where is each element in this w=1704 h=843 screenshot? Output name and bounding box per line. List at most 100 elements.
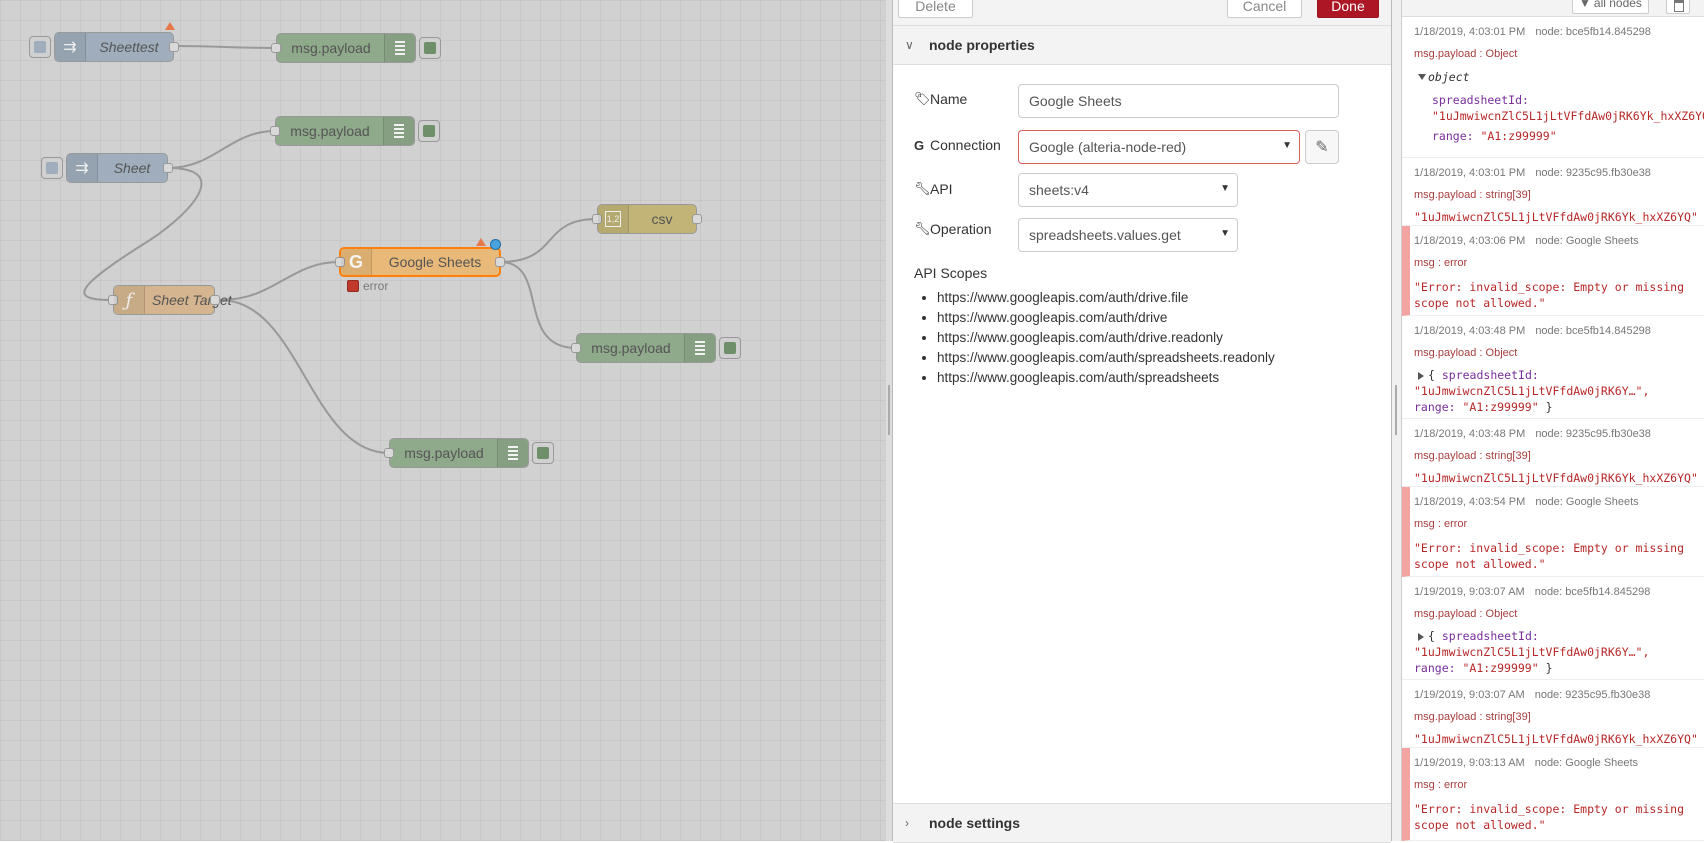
- debug-toggle-button[interactable]: [419, 37, 441, 59]
- section-title: node settings: [929, 815, 1021, 831]
- debug-message[interactable]: 1/18/2019, 4:03:48 PM node: 9235c95.fb30e…: [1402, 419, 1704, 487]
- inject-trigger-button[interactable]: [29, 36, 51, 58]
- message-time: 1/18/2019, 4:03:54 PM: [1414, 496, 1526, 508]
- expand-right-icon[interactable]: [1418, 632, 1424, 641]
- message-node[interactable]: node: 9235c95.fb30e38: [1535, 167, 1651, 179]
- debug-message[interactable]: 1/19/2019, 9:03:07 AM node: bce5fb14.8452…: [1402, 577, 1704, 680]
- api-scopes-title: API Scopes: [914, 265, 988, 281]
- message-value: scope not allowed.": [1414, 296, 1546, 310]
- debug-toggle-button[interactable]: [719, 337, 741, 359]
- inject-arrow-icon: ⇉: [67, 154, 98, 182]
- done-button[interactable]: Done: [1317, 0, 1379, 18]
- message-node[interactable]: node: bce5fb14.845298: [1535, 325, 1651, 337]
- message-topic: msg.payload : Object: [1414, 608, 1518, 620]
- message-node[interactable]: node: 9235c95.fb30e38: [1535, 689, 1651, 701]
- debug-message-error[interactable]: 1/19/2019, 9:03:13 AM node: Google Sheets…: [1402, 748, 1704, 841]
- clear-debug-button[interactable]: [1666, 0, 1690, 14]
- debug-message[interactable]: 1/18/2019, 4:03:48 PM node: bce5fb14.8452…: [1402, 316, 1704, 419]
- message-value: "Error: invalid_scope: Empty or missing: [1414, 802, 1685, 816]
- output-port[interactable]: [163, 163, 173, 173]
- output-port[interactable]: [495, 257, 505, 267]
- expand-right-icon[interactable]: [1418, 371, 1424, 380]
- node-csv[interactable]: 1,2 csv: [592, 204, 702, 234]
- debug-message[interactable]: 1/19/2019, 9:03:07 AM node: 9235c95.fb30e…: [1402, 680, 1704, 748]
- message-time: 1/19/2019, 9:03:07 AM: [1414, 586, 1525, 598]
- message-node[interactable]: node: 9235c95.fb30e38: [1535, 428, 1651, 440]
- debug-list-icon: [383, 117, 414, 145]
- caret-down-icon: ▼: [1220, 228, 1230, 239]
- editor-toolbar: Delete Cancel Done: [893, 0, 1391, 26]
- node-label: Sheet: [113, 160, 151, 176]
- object-tree[interactable]: { spreadsheetId: "1uJmwiwcnZlC5L1jLtVFfd…: [1414, 628, 1704, 676]
- node-settings-header[interactable]: › node settings: [893, 803, 1391, 843]
- flow-workspace[interactable]: ⇉ Sheettest msg.payload msg.payload ⇉ Sh…: [0, 0, 888, 841]
- node-debug-1[interactable]: msg.payload: [271, 33, 441, 63]
- message-time: 1/18/2019, 4:03:48 PM: [1414, 325, 1526, 337]
- edit-connection-button[interactable]: ✎: [1305, 130, 1339, 164]
- object-tree[interactable]: { spreadsheetId: "1uJmwiwcnZlC5L1jLtVFfd…: [1414, 367, 1704, 415]
- node-debug-3[interactable]: msg.payload: [571, 333, 741, 363]
- node-sheet-target[interactable]: ƒ Sheet Target: [108, 285, 232, 315]
- connection-label: G Connection: [914, 137, 1001, 153]
- api-select[interactable]: sheets:v4 ▼: [1018, 173, 1238, 207]
- message-value: scope not allowed.": [1414, 557, 1546, 571]
- status-dot-icon: [490, 239, 501, 250]
- sidebar-splitter[interactable]: [1392, 0, 1402, 841]
- operation-select[interactable]: spreadsheets.values.get ▼: [1018, 218, 1238, 252]
- cancel-button[interactable]: Cancel: [1227, 0, 1302, 18]
- debug-message[interactable]: 1/18/2019, 4:03:01 PM node: bce5fb14.8452…: [1402, 17, 1704, 158]
- message-node[interactable]: node: Google Sheets: [1535, 235, 1638, 247]
- message-topic: msg.payload : Object: [1414, 48, 1518, 60]
- node-debug-2[interactable]: msg.payload: [270, 116, 440, 146]
- debug-list-icon: [497, 439, 528, 467]
- debug-list-icon: [384, 34, 415, 62]
- node-label: msg.payload: [290, 123, 370, 139]
- scope-item: https://www.googleapis.com/auth/spreadsh…: [937, 368, 1275, 388]
- changed-indicator-icon: [165, 22, 175, 30]
- expand-down-icon[interactable]: [1418, 73, 1426, 80]
- error-status-icon: [347, 280, 359, 292]
- tag-icon: 🏷︎: [914, 91, 931, 106]
- pencil-icon: ✎: [1315, 139, 1329, 156]
- wrench-icon: 🔧︎: [914, 221, 931, 236]
- name-input[interactable]: Google Sheets: [1018, 84, 1339, 118]
- debug-toggle-button[interactable]: [532, 442, 554, 464]
- message-topic: msg.payload : string[39]: [1414, 189, 1531, 201]
- inject-trigger-button[interactable]: [41, 157, 63, 179]
- debug-list-icon: [684, 334, 715, 362]
- output-port[interactable]: [169, 42, 179, 52]
- debug-message-error[interactable]: 1/18/2019, 4:03:06 PM node: Google Sheets…: [1402, 226, 1704, 316]
- node-sheettest[interactable]: ⇉ Sheettest: [29, 22, 179, 62]
- chevron-down-icon: ∨: [905, 38, 914, 52]
- caret-down-icon: ▼: [1282, 140, 1292, 151]
- node-google-sheets[interactable]: G Google Sheets: [335, 238, 505, 277]
- debug-message[interactable]: 1/18/2019, 4:03:01 PM node: 9235c95.fb30e…: [1402, 158, 1704, 226]
- node-properties-header[interactable]: ∨ node properties: [893, 26, 1391, 65]
- filter-nodes-button[interactable]: ▼ all nodes: [1572, 0, 1649, 14]
- debug-toggle-button[interactable]: [418, 120, 440, 142]
- name-label: 🏷︎ Name: [914, 91, 968, 107]
- node-label: Sheet Target: [152, 292, 232, 308]
- caret-down-icon: ▼: [1220, 183, 1230, 194]
- wire: [219, 261, 340, 301]
- message-topic: msg.payload : string[39]: [1414, 450, 1531, 462]
- message-value: "Error: invalid_scope: Empty or missing: [1414, 280, 1685, 294]
- flow-wires: [83, 45, 598, 454]
- object-tree[interactable]: object spreadsheetId: "1uJmwiwcnZlC5L1jL…: [1414, 68, 1704, 144]
- delete-button[interactable]: Delete: [898, 0, 973, 18]
- node-label: msg.payload: [291, 40, 371, 56]
- message-node[interactable]: node: bce5fb14.845298: [1535, 26, 1651, 38]
- output-port[interactable]: [692, 214, 702, 224]
- node-debug-4[interactable]: msg.payload: [384, 438, 554, 468]
- chevron-right-icon: ›: [905, 816, 909, 830]
- message-topic: msg.payload : Object: [1414, 347, 1518, 359]
- message-node[interactable]: node: Google Sheets: [1535, 757, 1638, 769]
- output-port[interactable]: [210, 295, 220, 305]
- message-topic: msg : error: [1414, 257, 1468, 269]
- node-sheet[interactable]: ⇉ Sheet: [41, 153, 173, 183]
- message-node[interactable]: node: Google Sheets: [1535, 496, 1638, 508]
- message-node[interactable]: node: bce5fb14.845298: [1535, 586, 1651, 598]
- connection-select[interactable]: Google (alteria-node-red) ▼: [1018, 130, 1300, 164]
- debug-message-error[interactable]: 1/18/2019, 4:03:54 PM node: Google Sheets…: [1402, 487, 1704, 577]
- wrench-icon: 🔧︎: [914, 181, 931, 196]
